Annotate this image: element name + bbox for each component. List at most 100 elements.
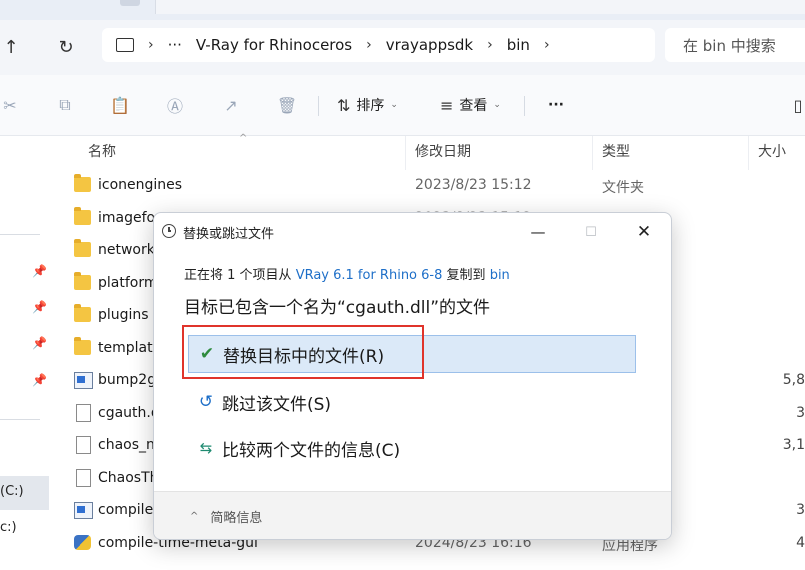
view-button[interactable]: ≡ 查看 ⌄ — [440, 92, 501, 118]
dialog-footer: ^ 简略信息 — [154, 491, 671, 539]
destination-link[interactable]: bin — [490, 268, 510, 283]
annotation-highlight-box — [182, 325, 424, 379]
compare-option-label: 比较两个文件的信息(C) — [222, 440, 401, 461]
folder-icon — [74, 336, 91, 355]
file-size: 5,8 — [782, 372, 805, 388]
file-name: template — [98, 339, 162, 356]
view-list-icon: ≡ — [440, 95, 454, 115]
nav-divider — [0, 234, 40, 235]
tab-fragment — [120, 0, 140, 6]
details-toggle[interactable]: ^ 简略信息 — [190, 507, 262, 526]
drive-label[interactable]: c:) — [0, 520, 17, 535]
python-exe-icon — [74, 534, 91, 550]
skip-file-option[interactable]: ↺ 跳过该文件(S) — [188, 383, 331, 421]
dll-file-icon — [76, 468, 91, 487]
column-name[interactable]: 名称 — [88, 141, 116, 161]
column-divider[interactable] — [592, 136, 593, 170]
share-icon[interactable]: ↗ — [219, 94, 243, 116]
compare-files-option[interactable]: ⇆ 比较两个文件的信息(C) — [188, 429, 400, 467]
pin-icon[interactable]: 📌 — [32, 300, 47, 314]
file-name: compile- — [98, 502, 159, 518]
chevron-right-icon[interactable]: › — [366, 37, 372, 53]
exe-icon — [74, 502, 93, 519]
view-label: 查看 — [459, 98, 488, 114]
file-type: 文件夹 — [602, 180, 644, 196]
folder-icon — [74, 239, 91, 257]
column-size[interactable]: 大小 — [758, 141, 786, 161]
command-bar: ✂ ⧉ 📋 Ⓐ ↗ 🗑 ⇅ 排序 ⌄ ≡ 查看 ⌄ ··· ▯ — [0, 75, 805, 136]
dll-file-icon — [76, 436, 91, 454]
details-pane-icon[interactable]: ▯ — [786, 94, 805, 116]
breadcrumb-ellipsis[interactable]: ··· — [168, 36, 182, 54]
file-row[interactable]: iconengines 2023/8/23 15:12 文件夹 — [50, 170, 805, 202]
chevron-down-icon: ⌄ — [493, 100, 501, 110]
progress-middle: 复制到 — [446, 268, 486, 283]
pin-icon[interactable]: 📌 — [32, 373, 47, 387]
file-size: 3 — [796, 502, 805, 518]
tab-strip — [0, 0, 805, 20]
sort-caret-icon: ^ — [239, 133, 248, 144]
conflict-headline: 目标已包含一个名为“cgauth.dll”的文件 — [184, 298, 491, 318]
pin-icon[interactable]: 📌 — [32, 264, 47, 278]
dialog-titlebar[interactable]: 替换或跳过文件 — ☐ ✕ — [154, 213, 671, 251]
sort-button[interactable]: ⇅ 排序 ⌄ — [337, 92, 398, 118]
file-name: network — [98, 242, 155, 258]
progress-prefix: 正在将 1 个项目从 — [184, 268, 292, 283]
file-size: 3,1 — [782, 437, 805, 453]
sort-label: 排序 — [356, 98, 385, 114]
rename-icon[interactable]: Ⓐ — [163, 94, 187, 116]
chevron-up-icon: ^ — [190, 511, 199, 522]
column-divider[interactable] — [748, 136, 749, 170]
nav-divider — [0, 419, 40, 420]
clock-icon — [162, 224, 176, 238]
folder-icon — [74, 206, 91, 225]
dialog-title: 替换或跳过文件 — [183, 227, 275, 242]
file-name: cgauth.d — [98, 404, 160, 421]
exe-icon — [74, 372, 93, 389]
compare-icon: ⇆ — [199, 439, 213, 457]
copy-icon[interactable]: ⧉ — [53, 94, 77, 116]
source-link[interactable]: VRay 6.1 for Rhino 6-8 — [296, 268, 443, 283]
active-tab[interactable] — [155, 0, 805, 14]
cut-icon[interactable]: ✂ — [0, 94, 22, 116]
breadcrumb-bin[interactable]: bin — [507, 36, 530, 54]
toolbar-divider — [318, 96, 319, 116]
refresh-icon[interactable]: ↻ — [51, 32, 81, 62]
file-modified: 2023/8/23 15:12 — [415, 177, 532, 193]
column-divider[interactable] — [405, 136, 406, 170]
search-input[interactable]: 在 bin 中搜索 — [665, 28, 805, 62]
file-name: iconengines — [98, 177, 183, 193]
column-type[interactable]: 类型 — [602, 141, 630, 161]
file-explorer-window: ↑ ↻ › ··· V-Ray for Rhinoceros › vrayapp… — [0, 0, 805, 570]
up-arrow-icon[interactable]: ↑ — [0, 32, 26, 62]
search-placeholder: 在 bin 中搜索 — [683, 36, 776, 55]
chevron-right-icon[interactable]: › — [148, 37, 154, 53]
breadcrumb-vray[interactable]: V-Ray for Rhinoceros — [196, 36, 352, 54]
maximize-button: ☐ — [571, 219, 611, 245]
paste-icon[interactable]: 📋 — [108, 94, 132, 116]
folder-icon — [74, 174, 91, 192]
address-bar[interactable]: › ··· V-Ray for Rhinoceros › vrayappsdk … — [102, 28, 655, 62]
more-options-button[interactable]: ··· — [548, 92, 564, 118]
folder-icon — [74, 304, 91, 322]
skip-option-label: 跳过该文件(S) — [222, 394, 332, 415]
pin-icon[interactable]: 📌 — [32, 336, 47, 350]
maximize-icon: ☐ — [585, 224, 597, 240]
file-size: 3 — [796, 404, 805, 421]
chevron-right-icon[interactable]: › — [487, 37, 493, 53]
chevron-right-icon[interactable]: › — [544, 37, 550, 53]
delete-icon[interactable]: 🗑 — [275, 94, 299, 116]
monitor-icon — [116, 38, 134, 52]
toolbar-divider — [524, 96, 525, 116]
column-modified[interactable]: 修改日期 — [415, 141, 471, 161]
file-name: ChaosTh — [98, 469, 159, 486]
sort-icon: ⇅ — [337, 95, 351, 115]
file-size: 4 — [796, 534, 805, 551]
dll-file-icon — [76, 403, 91, 422]
close-button[interactable]: ✕ — [624, 219, 664, 245]
skip-arrow-icon: ↺ — [198, 392, 214, 412]
minimize-button[interactable]: — — [518, 219, 558, 245]
address-row: ↑ ↻ › ··· V-Ray for Rhinoceros › vrayapp… — [0, 20, 805, 75]
file-name: plugins — [98, 307, 149, 323]
breadcrumb-vrayappsdk[interactable]: vrayappsdk — [386, 36, 473, 54]
